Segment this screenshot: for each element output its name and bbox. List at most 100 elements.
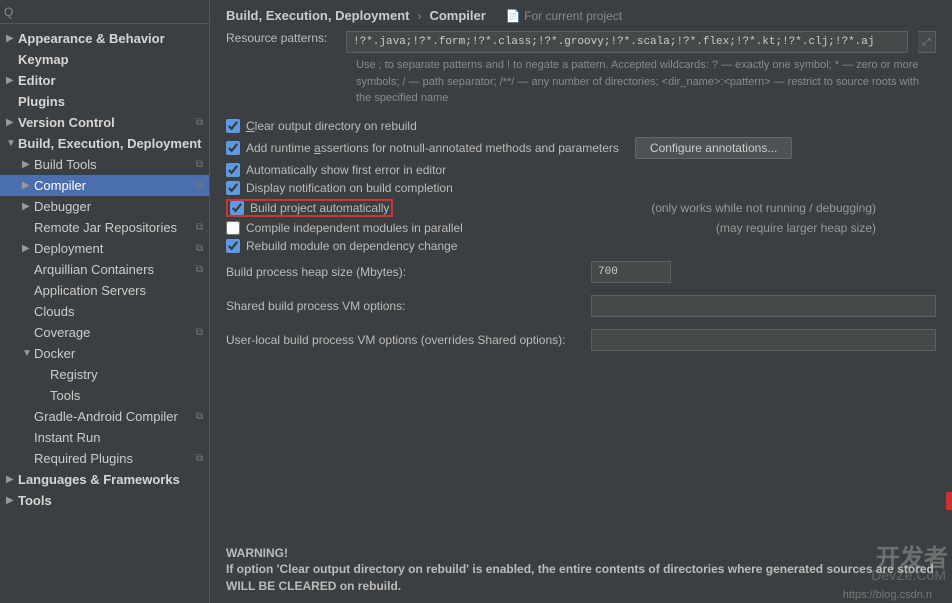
sidebar-item-compiler[interactable]: ▶Compiler ⧉ bbox=[0, 175, 209, 196]
project-badge-icon: ⧉ bbox=[196, 243, 203, 254]
scope-label: 📄 For current project bbox=[506, 9, 622, 23]
main-panel: Build, Execution, Deployment › Compiler … bbox=[210, 0, 952, 603]
sidebar-item-arquillian-containers[interactable]: Arquillian Containers ⧉ bbox=[0, 259, 209, 280]
chevron-icon: ▼ bbox=[22, 348, 34, 359]
sidebar-item-required-plugins[interactable]: Required Plugins⧉ bbox=[0, 448, 209, 469]
warning-text: If option 'Clear output directory on reb… bbox=[226, 562, 934, 593]
sidebar-item-clouds[interactable]: Clouds bbox=[0, 301, 209, 322]
sidebar-item-registry[interactable]: Registry bbox=[0, 364, 209, 385]
sidebar-item-debugger[interactable]: ▶Debugger bbox=[0, 196, 209, 217]
sidebar-item-label: Instant Run bbox=[34, 430, 101, 445]
sidebar-item-label: Build, Execution, Deployment bbox=[18, 136, 201, 151]
sidebar-item-label: Tools bbox=[50, 388, 80, 403]
configure-annotations-button[interactable]: Configure annotations... bbox=[635, 137, 792, 159]
parallel-note: (may require larger heap size) bbox=[716, 221, 936, 235]
assertions-checkbox[interactable] bbox=[226, 141, 240, 155]
chevron-icon: ▶ bbox=[6, 75, 18, 86]
autobuild-label[interactable]: Build project automatically bbox=[250, 201, 389, 215]
project-badge-icon: ⧉ bbox=[196, 264, 203, 275]
chevron-icon: ▶ bbox=[22, 159, 34, 170]
sidebar-item-tools[interactable]: ▶Tools bbox=[0, 490, 209, 511]
sidebar-item-tools[interactable]: Tools bbox=[0, 385, 209, 406]
chevron-icon: ▶ bbox=[6, 117, 18, 128]
project-badge-icon: ⧉ bbox=[196, 222, 203, 233]
search-box[interactable]: Q bbox=[0, 0, 209, 24]
sidebar-item-label: Compiler bbox=[34, 178, 86, 193]
red-indicator bbox=[946, 492, 952, 510]
sidebar-item-remote-jar-repositories[interactable]: Remote Jar Repositories ⧉ bbox=[0, 217, 209, 238]
autobuild-checkbox[interactable] bbox=[230, 201, 244, 215]
sidebar-item-label: Editor bbox=[18, 73, 56, 88]
sidebar-item-label: Application Servers bbox=[34, 283, 146, 298]
sidebar-item-label: Deployment bbox=[34, 241, 103, 256]
sidebar-item-deployment[interactable]: ▶Deployment⧉ bbox=[0, 238, 209, 259]
clear-output-label[interactable]: Clear output directory on rebuild bbox=[246, 119, 417, 133]
blog-url: https://blog.csdn.n bbox=[843, 589, 932, 601]
notify-label[interactable]: Display notification on build completion bbox=[246, 181, 453, 195]
chevron-icon: ▶ bbox=[6, 33, 18, 44]
sidebar-item-label: Keymap bbox=[18, 52, 69, 67]
heap-label: Build process heap size (Mbytes): bbox=[226, 265, 581, 279]
resource-patterns-input[interactable] bbox=[346, 31, 908, 53]
project-badge-icon: ⧉ bbox=[196, 453, 203, 464]
sidebar-item-label: Coverage bbox=[34, 325, 90, 340]
file-icon: 📄 bbox=[506, 9, 521, 23]
chevron-icon: ▶ bbox=[22, 180, 34, 191]
sidebar-item-build-tools[interactable]: ▶Build Tools⧉ bbox=[0, 154, 209, 175]
sidebar-item-appearance-behavior[interactable]: ▶Appearance & Behavior bbox=[0, 28, 209, 49]
parallel-checkbox[interactable] bbox=[226, 221, 240, 235]
sidebar-item-label: Tools bbox=[18, 493, 52, 508]
sidebar-item-languages-frameworks[interactable]: ▶Languages & Frameworks bbox=[0, 469, 209, 490]
heap-input[interactable] bbox=[591, 261, 671, 283]
resource-patterns-help: Use ; to separate patterns and ! to nega… bbox=[226, 57, 936, 107]
sidebar-item-version-control[interactable]: ▶Version Control ⧉ bbox=[0, 112, 209, 133]
sidebar-item-application-servers[interactable]: Application Servers bbox=[0, 280, 209, 301]
highlight-box: Build project automatically bbox=[226, 199, 393, 217]
expand-button[interactable]: ⤢ bbox=[918, 31, 936, 53]
shared-vm-label: Shared build process VM options: bbox=[226, 299, 581, 313]
parallel-label[interactable]: Compile independent modules in parallel bbox=[246, 221, 463, 235]
shared-vm-input[interactable] bbox=[591, 295, 936, 317]
chevron-icon: ▶ bbox=[6, 474, 18, 485]
sidebar-item-build-execution-deployment[interactable]: ▼Build, Execution, Deployment bbox=[0, 133, 209, 154]
clear-output-checkbox[interactable] bbox=[226, 119, 240, 133]
project-badge-icon: ⧉ bbox=[196, 411, 203, 422]
sidebar-item-coverage[interactable]: Coverage ⧉ bbox=[0, 322, 209, 343]
sidebar-item-label: Remote Jar Repositories bbox=[34, 220, 177, 235]
assertions-label[interactable]: Add runtime assertions for notnull-annot… bbox=[246, 141, 619, 155]
warning-title: WARNING! bbox=[226, 546, 288, 560]
rebuild-dep-checkbox[interactable] bbox=[226, 239, 240, 253]
notify-checkbox[interactable] bbox=[226, 181, 240, 195]
sidebar-item-label: Arquillian Containers bbox=[34, 262, 154, 277]
settings-tree: ▶Appearance & BehaviorKeymap▶EditorPlugi… bbox=[0, 24, 209, 603]
autoshow-checkbox[interactable] bbox=[226, 163, 240, 177]
sidebar-item-label: Registry bbox=[50, 367, 98, 382]
sidebar-item-label: Appearance & Behavior bbox=[18, 31, 165, 46]
settings-sidebar: Q ▶Appearance & BehaviorKeymap▶EditorPlu… bbox=[0, 0, 210, 603]
autoshow-label[interactable]: Automatically show first error in editor bbox=[246, 163, 446, 177]
autobuild-note: (only works while not running / debuggin… bbox=[651, 201, 936, 215]
warning-block: WARNING! If option 'Clear output directo… bbox=[226, 545, 936, 595]
chevron-icon: ▶ bbox=[6, 495, 18, 506]
sidebar-item-label: Version Control bbox=[18, 115, 115, 130]
project-badge-icon: ⧉ bbox=[196, 180, 203, 191]
search-input[interactable] bbox=[17, 5, 205, 19]
sidebar-item-instant-run[interactable]: Instant Run bbox=[0, 427, 209, 448]
sidebar-item-label: Debugger bbox=[34, 199, 91, 214]
sidebar-item-plugins[interactable]: Plugins bbox=[0, 91, 209, 112]
sidebar-item-keymap[interactable]: Keymap bbox=[0, 49, 209, 70]
project-badge-icon: ⧉ bbox=[196, 117, 203, 128]
sidebar-item-label: Plugins bbox=[18, 94, 65, 109]
search-icon: Q bbox=[4, 5, 13, 19]
sidebar-item-gradle-android-compiler[interactable]: Gradle-Android Compiler⧉ bbox=[0, 406, 209, 427]
sidebar-item-docker[interactable]: ▼Docker bbox=[0, 343, 209, 364]
user-vm-input[interactable] bbox=[591, 329, 936, 351]
chevron-right-icon: › bbox=[417, 9, 421, 23]
sidebar-item-label: Languages & Frameworks bbox=[18, 472, 180, 487]
breadcrumb-a[interactable]: Build, Execution, Deployment bbox=[226, 8, 409, 23]
rebuild-dep-label[interactable]: Rebuild module on dependency change bbox=[246, 239, 458, 253]
sidebar-item-editor[interactable]: ▶Editor bbox=[0, 70, 209, 91]
sidebar-item-label: Clouds bbox=[34, 304, 74, 319]
chevron-icon: ▼ bbox=[6, 138, 18, 149]
project-badge-icon: ⧉ bbox=[196, 327, 203, 338]
